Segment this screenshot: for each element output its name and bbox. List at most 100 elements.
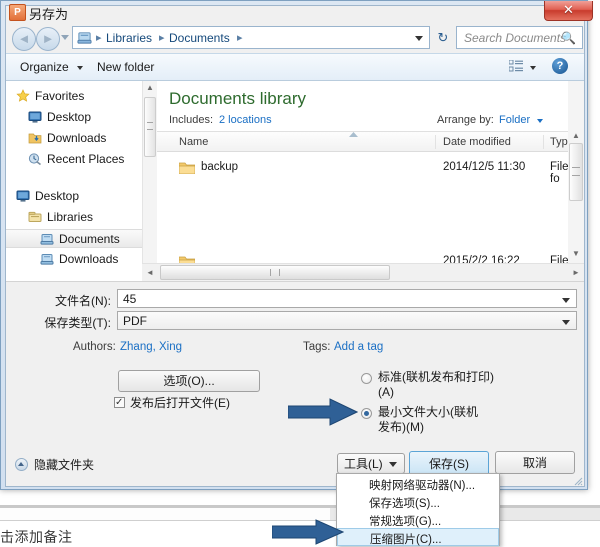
sidebar-item-label: Libraries [47,210,94,224]
file-name: backup [201,161,239,173]
search-input[interactable]: Search Documents [464,31,566,45]
radio-min-size[interactable] [361,408,372,419]
radio-min-size-label[interactable]: 最小文件大小(联机发布)(M) [378,405,486,435]
tags-label: Tags: [303,341,331,353]
help-question-icon[interactable]: ? [552,58,568,74]
sidebar-item-desktop[interactable]: Desktop [6,108,142,127]
search-box[interactable]: Search Documents 🔍 [456,26,583,49]
breadcrumb-sep-1: ▸ [159,32,165,44]
add-a-tag-link[interactable]: Add a tag [334,341,383,353]
savetype-select[interactable]: PDF [117,311,577,330]
sidebar-item-label: Downloads [47,131,107,145]
breadcrumb-libraries[interactable]: Libraries [106,31,152,45]
arrange-by-value[interactable]: Folder [499,114,530,126]
file-list-vertical-scrollbar[interactable]: ▲ ▼ [568,81,584,263]
file-type: File fo [550,161,569,185]
refresh-icon[interactable]: ↻ [432,26,454,49]
chevron-down-icon[interactable] [530,66,536,70]
menu-item-label: 压缩图片(C)... [370,534,442,546]
arrow-right-icon[interactable]: ► [36,27,60,51]
address-bar[interactable]: ▸ Libraries ▸ Documents ▸ [72,26,430,49]
savetype-value[interactable]: PDF [123,314,147,328]
caret-up-icon[interactable]: ▲ [568,129,584,143]
chevron-down-icon[interactable] [562,320,570,325]
menu-item-compress-pictures[interactable]: 压缩图片(C)... [337,528,499,546]
breadcrumb-sep-0: ▸ [96,32,102,44]
folder-icon [179,256,195,263]
documents-icon [40,234,54,245]
organize-button[interactable]: Organize [20,60,69,74]
chevron-down-icon[interactable] [415,36,423,41]
radio-standard[interactable] [361,373,372,384]
savetype-label: 保存类型(T): [44,316,111,330]
resize-grip-icon[interactable] [573,476,583,486]
chevron-down-icon[interactable] [537,119,543,123]
scrollbar-grip [270,269,280,276]
menu-item-label: 映射网络驱动器(N)... [369,480,476,492]
magnifier-icon: 🔍 [561,31,576,45]
table-row[interactable]: 2015/2/2 16:22 File fo [157,251,568,263]
column-divider[interactable] [543,135,544,149]
hide-folders-button[interactable]: 隐藏文件夹 [34,456,94,473]
filename-value[interactable]: 45 [123,292,136,306]
cancel-button[interactable]: 取消 [495,451,575,474]
caret-left-icon[interactable]: ◄ [143,265,157,280]
includes-label: Includes: [169,114,214,126]
open-after-publish-label[interactable]: 发布后打开文件(E) [130,394,230,411]
caret-up-icon [18,462,24,466]
sidebar-item-documents[interactable]: Documents [6,229,142,248]
file-list-pane: Documents library Includes: 2 locations … [157,81,574,281]
menu-item-general-options[interactable]: 常规选项(G)... [337,511,499,529]
sidebar-item-libraries[interactable]: Libraries [6,208,142,227]
explorer-toolbar: Organize New folder ? [6,53,584,81]
arrow-left-icon[interactable]: ◄ [12,27,36,51]
options-button[interactable]: 选项(O)... [118,370,260,392]
sidebar-item-label: Recent Places [47,152,125,166]
library-title: Documents library [169,89,306,108]
authors-label: Authors: [73,341,116,353]
authors-value[interactable]: Zhang, Xing [120,341,182,353]
column-header-row: Name Date modified Type [157,131,574,152]
recent-pages-dropdown-icon[interactable] [61,35,69,40]
filename-label: 文件名(N): [55,294,111,308]
caret-right-icon[interactable]: ► [569,265,583,280]
tools-button[interactable]: 工具(L) [337,453,405,474]
powerpoint-p-icon: P [9,4,26,21]
file-list-horizontal-scrollbar[interactable]: ◄ ► [142,263,584,281]
sidebar-item-label: Desktop [35,189,80,203]
library-icon [77,32,92,44]
column-divider[interactable] [435,135,436,149]
chevron-down-icon[interactable] [562,298,570,303]
sidebar-item-desktop[interactable]: Desktop [6,187,142,206]
new-folder-button[interactable]: New folder [97,60,154,74]
sidebar-item-downloads[interactable]: Downloads [6,129,142,148]
column-header-name[interactable]: Name [179,136,208,148]
file-type: File fo [550,255,568,263]
sidebar-item-recent-places[interactable]: Recent Places [6,150,142,169]
sidebar-item-downloads[interactable]: Downloads [6,250,142,269]
arrange-by-label: Arrange by: [437,114,494,126]
radio-standard-label[interactable]: 标准(联机发布和打印)(A) [378,370,503,400]
chevron-down-icon[interactable] [77,66,83,70]
list-view-icon[interactable] [509,60,523,73]
filename-input[interactable]: 45 [117,289,577,308]
sidebar-item-label: Downloads [59,252,119,266]
sidebar-item-label: Documents [59,232,120,246]
navpane-scrollbar[interactable]: ▲ ▼ [142,81,157,281]
table-row[interactable]: backup 2014/12/5 11:30 File fo [157,157,569,185]
sidebar-item-favorites[interactable]: Favorites [6,87,142,106]
caret-down-icon[interactable]: ▼ [568,247,584,261]
breadcrumb-documents[interactable]: Documents [169,31,230,45]
notes-placeholder-text: 击添加备注 [0,529,73,545]
close-icon[interactable]: ✕ [544,1,593,21]
dialog-titlebar[interactable]: P 另存为 ✕ [1,1,593,23]
menu-item-map-network-drive[interactable]: 映射网络驱动器(N)... [337,475,499,493]
tools-dropdown-menu: 映射网络驱动器(N)... 保存选项(S)... 常规选项(G)... 压缩图片… [336,473,500,546]
menu-item-save-options[interactable]: 保存选项(S)... [337,493,499,511]
scrollbar-grip [147,122,153,130]
column-header-date[interactable]: Date modified [443,136,511,148]
caret-up-icon[interactable]: ▲ [143,81,157,95]
sidebar-item-label: Favorites [35,89,85,103]
arrow-to-compress-pictures [272,519,344,545]
includes-locations-link[interactable]: 2 locations [219,114,272,126]
